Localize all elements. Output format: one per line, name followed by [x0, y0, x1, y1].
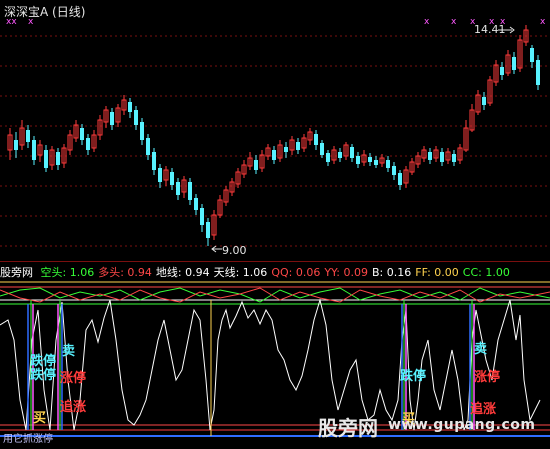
indicator-item-4: QQ: 0.06	[271, 266, 321, 279]
signal-mai-1: 买	[33, 411, 47, 426]
low-price-label: 9.00	[222, 244, 247, 257]
candle-body	[128, 102, 132, 112]
indicator-item-1: 多头: 0.94	[98, 266, 152, 279]
candle-body	[530, 48, 534, 62]
candle-body	[56, 152, 60, 165]
signal-zhang-ting-2: 涨停	[474, 370, 501, 385]
indicator-item-7: FF: 0.00	[415, 266, 459, 279]
candle-body	[428, 152, 432, 160]
footer-text: 用它抓涨停	[3, 434, 53, 445]
candle-body	[32, 140, 36, 160]
indicator-header: 股旁网 空头: 1.06 多头: 0.94 地线: 0.94 天线: 1.06 QQ: …	[0, 264, 550, 280]
indicator-item-0: 空头: 1.06	[40, 266, 95, 279]
candle-body	[14, 140, 18, 150]
signal-sell-2: 卖	[474, 342, 488, 357]
candle-body	[452, 154, 456, 162]
candle-body	[398, 173, 402, 185]
price-chart[interactable]: xx x x x x x x x 14.41 9.00	[0, 0, 550, 260]
watermark-cn: 股旁网	[318, 416, 378, 440]
candle-body	[26, 130, 30, 142]
candle-body	[158, 168, 162, 182]
svg-text:xx: xx	[6, 17, 17, 27]
candle-body	[386, 160, 390, 168]
candle-body	[200, 208, 204, 225]
candle-body	[314, 134, 318, 145]
candle-body	[296, 142, 300, 150]
candle-body	[500, 67, 504, 75]
candle-body	[284, 147, 288, 152]
svg-text:x: x	[28, 17, 34, 27]
candle-body	[140, 122, 144, 140]
signal-die-ting-2: 跌停	[30, 368, 57, 383]
candle-body	[254, 160, 258, 170]
candle-body	[152, 152, 156, 170]
candle-body	[482, 97, 486, 105]
candle-body	[188, 182, 192, 200]
panel-divider	[0, 261, 550, 262]
candle-body	[512, 57, 516, 70]
candle-body	[350, 147, 354, 158]
candle-body	[326, 153, 330, 162]
signal-zhui-zhang-1: 追涨	[60, 400, 87, 415]
candle-body	[440, 152, 444, 162]
watermark-url: www.gupang.com	[388, 417, 536, 433]
signal-zhang-ting-1: 涨停	[60, 371, 87, 386]
candle-body	[146, 138, 150, 155]
candle-body	[368, 157, 372, 162]
candle-body	[338, 152, 342, 158]
signal-die-ting-3: 跌停	[400, 369, 427, 384]
svg-text:x: x	[424, 17, 430, 27]
candle-body	[206, 222, 210, 238]
candle-body	[194, 198, 198, 210]
candle-body	[44, 150, 48, 168]
chart-window: 深深宝A (日线) xx x x x x x x x 14.41 9.00 股旁…	[0, 0, 550, 449]
signal-zhui-zhang-2: 追涨	[470, 402, 497, 417]
candle-body	[134, 110, 138, 125]
indicator-item-6: B: 0.16	[372, 266, 412, 279]
candle-body	[86, 138, 90, 150]
indicator-name: 股旁网	[0, 266, 33, 279]
svg-text:x: x	[540, 17, 546, 27]
candle-body	[272, 150, 276, 160]
candle-body	[80, 128, 84, 140]
candle-body	[536, 60, 540, 85]
candle-body	[170, 172, 174, 185]
indicator-item-2: 地线: 0.94	[155, 266, 210, 279]
signal-sell-1: 卖	[62, 344, 76, 359]
candle-body	[320, 143, 324, 155]
candle-body	[110, 112, 114, 125]
indicator-item-5: YY: 0.09	[324, 266, 369, 279]
indicator-item-8: CC: 1.00	[462, 266, 510, 279]
candle-body	[374, 160, 378, 165]
candle-body	[356, 156, 360, 164]
svg-text:x: x	[451, 17, 457, 27]
candle-body	[176, 182, 180, 195]
indicator-item-3: 天线: 1.06	[213, 266, 268, 279]
candle-body	[392, 166, 396, 175]
